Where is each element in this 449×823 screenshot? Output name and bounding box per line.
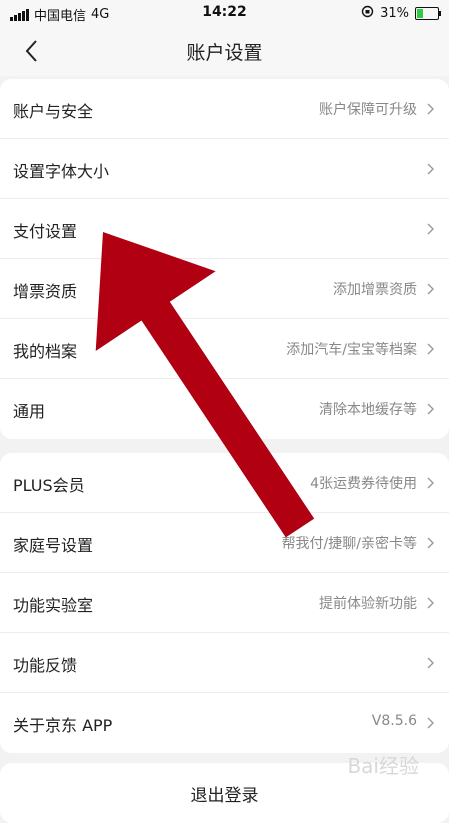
row-label: 家庭号设置 bbox=[13, 536, 94, 555]
settings-group-account: 账户与安全 账户保障可升级设置字体大小 支付设置增票资质 添加增票资质我的档案 添加汽车… bbox=[0, 79, 449, 439]
row-label: 功能实验室 bbox=[13, 596, 94, 615]
watermark: Bai经验 bbox=[347, 754, 419, 778]
orientation-lock-icon bbox=[361, 5, 374, 22]
settings-row[interactable]: 我的档案 添加汽车/宝宝等档案 bbox=[0, 319, 449, 379]
settings-group-more: PLUS会员 4张运费券待使用家庭号设置 帮我付/捷聊/亲密卡等功能实验室 提前体验新… bbox=[0, 453, 449, 753]
row-value: 添加汽车/宝宝等档案 bbox=[286, 342, 417, 358]
settings-row[interactable]: PLUS会员 4张运费券待使用 bbox=[0, 453, 449, 513]
row-label: 我的档案 bbox=[13, 342, 78, 361]
row-label: 设置字体大小 bbox=[13, 162, 110, 181]
settings-row[interactable]: 功能实验室 提前体验新功能 bbox=[0, 573, 449, 633]
row-label: PLUS会员 bbox=[13, 476, 85, 495]
navigation-bar: 账户设置 bbox=[0, 26, 449, 76]
status-bar: 中国电信 4G 14:22 31% bbox=[0, 0, 449, 26]
settings-row[interactable]: 支付设置 bbox=[0, 199, 449, 259]
chevron-right-icon bbox=[427, 103, 434, 115]
status-right: 31% bbox=[361, 5, 441, 22]
row-value: 帮我付/捷聊/亲密卡等 bbox=[281, 536, 417, 552]
battery-percent: 31% bbox=[380, 6, 409, 21]
chevron-right-icon bbox=[427, 283, 434, 295]
page-title: 账户设置 bbox=[186, 42, 263, 64]
row-value: 4张运费券待使用 bbox=[310, 476, 417, 492]
row-value: V8.5.6 bbox=[371, 713, 417, 729]
row-value: 提前体验新功能 bbox=[319, 596, 417, 612]
settings-row[interactable]: 关于京东 APP V8.5.6 bbox=[0, 693, 449, 753]
chevron-right-icon bbox=[427, 537, 434, 549]
chevron-right-icon bbox=[427, 597, 434, 609]
chevron-right-icon bbox=[427, 477, 434, 489]
chevron-right-icon bbox=[427, 343, 434, 355]
row-label: 关于京东 APP bbox=[13, 716, 113, 735]
settings-row[interactable]: 功能反馈 bbox=[0, 633, 449, 693]
row-value: 清除本地缓存等 bbox=[319, 402, 417, 418]
settings-row[interactable]: 家庭号设置 帮我付/捷聊/亲密卡等 bbox=[0, 513, 449, 573]
chevron-right-icon bbox=[427, 223, 434, 235]
settings-row[interactable]: 通用 清除本地缓存等 bbox=[0, 379, 449, 439]
settings-row[interactable]: 增票资质 添加增票资质 bbox=[0, 259, 449, 319]
chevron-right-icon bbox=[427, 403, 434, 415]
battery-icon bbox=[415, 7, 441, 20]
chevron-right-icon bbox=[427, 717, 434, 729]
row-label: 增票资质 bbox=[13, 282, 78, 301]
chevron-right-icon bbox=[427, 163, 434, 175]
row-label: 通用 bbox=[13, 402, 46, 421]
chevron-right-icon bbox=[427, 657, 434, 669]
settings-row[interactable]: 设置字体大小 bbox=[0, 139, 449, 199]
row-label: 支付设置 bbox=[13, 222, 78, 241]
settings-row[interactable]: 账户与安全 账户保障可升级 bbox=[0, 79, 449, 139]
row-value: 添加增票资质 bbox=[333, 282, 417, 298]
row-label: 功能反馈 bbox=[13, 656, 78, 675]
row-value: 账户保障可升级 bbox=[319, 102, 417, 118]
row-label: 账户与安全 bbox=[13, 102, 94, 121]
